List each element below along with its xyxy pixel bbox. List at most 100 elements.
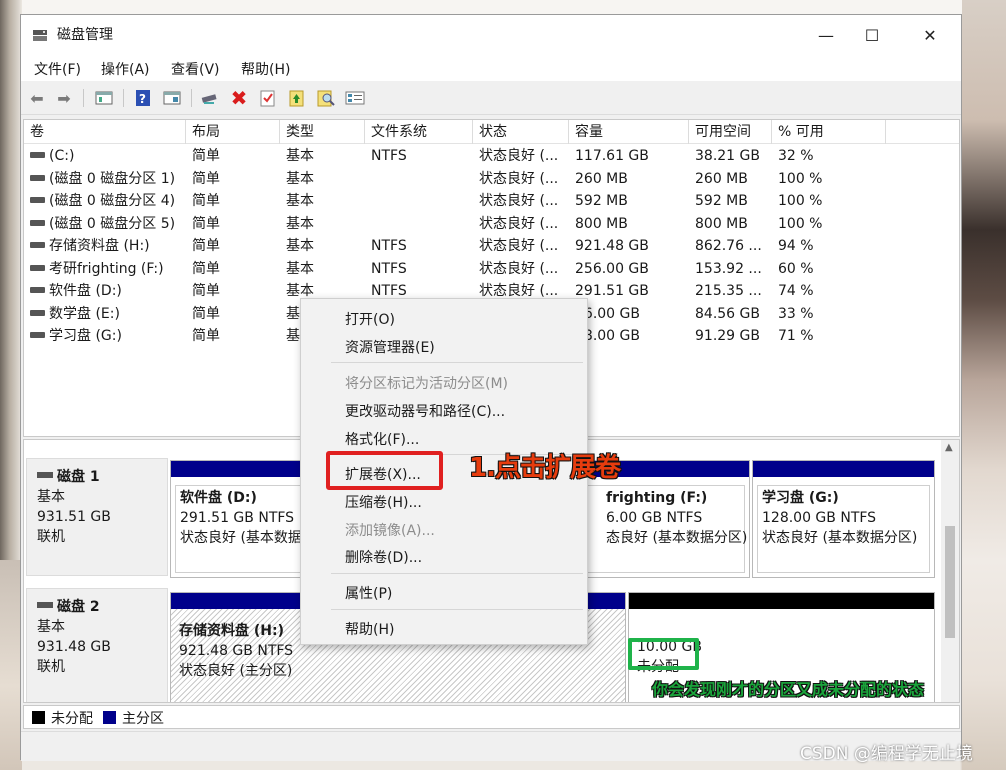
up-icon[interactable]: [286, 87, 308, 109]
minimize-button[interactable]: —: [803, 15, 849, 55]
disk-2-state: 联机: [37, 659, 65, 675]
search-icon[interactable]: [315, 87, 337, 109]
cell-free: 800 MB: [695, 215, 748, 232]
table-row[interactable]: 存储资料盘 (H:) 简单 基本 NTFS 状态良好 (... 921.48 GB 862.…: [24, 235, 959, 257]
primary-partition-bar: [753, 461, 934, 477]
menu-file[interactable]: 文件(F): [34, 59, 81, 79]
column-header-layout[interactable]: 布局: [186, 120, 280, 144]
cell-status: 状态良好 (...: [479, 193, 559, 209]
partition-g[interactable]: 学习盘 (G:) 128.00 GB NTFS 状态良好 (基本数据分区): [752, 460, 935, 578]
cell-name: (磁盘 0 磁盘分区 5): [24, 213, 186, 235]
volume-icon: [30, 309, 45, 316]
partition-d[interactable]: 软件盘 (D:) 291.51 GB NTFS 状态良好 (基本数据: [170, 460, 310, 578]
cell-name: 存储资料盘 (H:): [24, 235, 186, 257]
cell-pct: 94 %: [778, 238, 814, 254]
column-header-status[interactable]: 状态: [473, 120, 569, 144]
cell-status: 状态良好 (...: [479, 148, 559, 164]
ctx-add-mirror: 添加镜像(A)...: [345, 523, 435, 539]
column-header-capacity[interactable]: 容量: [569, 120, 689, 144]
ctx-properties[interactable]: 属性(P): [345, 583, 392, 603]
partition-h-status: 状态良好 (主分区): [179, 663, 293, 679]
column-header-filesystem[interactable]: 文件系统: [365, 120, 473, 144]
column-header-volume[interactable]: 卷: [24, 120, 186, 144]
cell-pct: 71 %: [778, 328, 814, 344]
partition-f-name: frighting (F:): [606, 490, 708, 506]
background-top: [22, 0, 962, 14]
delete-icon[interactable]: ✖: [228, 86, 250, 110]
cell-name: (C:): [24, 145, 186, 167]
toolbar-separator: [83, 89, 84, 107]
check-icon[interactable]: [257, 87, 279, 109]
cell-capacity: 921.48 GB: [575, 238, 649, 254]
forward-arrow-icon[interactable]: ➡: [53, 87, 75, 109]
partition-g-size: 128.00 GB NTFS: [762, 510, 877, 526]
ctx-format[interactable]: 格式化(F)...: [345, 429, 419, 449]
ctx-delete-volume[interactable]: 删除卷(D)...: [345, 547, 422, 567]
cell-pct: 74 %: [778, 283, 814, 299]
ctx-open[interactable]: 打开(O): [345, 309, 395, 329]
scrollbar-thumb[interactable]: [945, 526, 955, 638]
step1-annotation: 1.点击扩展卷: [469, 453, 621, 483]
disk-2-kind: 基本: [37, 619, 65, 635]
volume-icon: [30, 219, 45, 226]
cell-fs: NTFS: [371, 238, 407, 254]
table-row[interactable]: (磁盘 0 磁盘分区 4) 简单 基本 状态良好 (... 592 MB 592 MB 10…: [24, 190, 959, 212]
volume-icon: [30, 287, 45, 293]
cell-type: 基本: [286, 260, 314, 277]
volume-icon: [30, 242, 45, 248]
table-row[interactable]: (磁盘 0 磁盘分区 1) 简单 基本 状态良好 (... 260 MB 260 MB 10…: [24, 168, 959, 190]
close-button[interactable]: ✕: [907, 15, 953, 55]
partition-g-name: 学习盘 (G:): [762, 490, 839, 506]
properties-panel-icon[interactable]: [93, 87, 115, 109]
disk-1-label[interactable]: 磁盘 1 基本 931.51 GB 联机: [26, 458, 168, 576]
column-header-free-space[interactable]: 可用空间: [689, 120, 772, 144]
cell-layout: 简单: [192, 193, 220, 209]
graph-scrollbar[interactable]: ▲: [941, 440, 959, 702]
disk-2-label[interactable]: 磁盘 2 基本 931.48 GB 联机: [26, 588, 168, 702]
cell-pct: 32 %: [778, 148, 814, 164]
column-header-percent-free[interactable]: % 可用: [772, 120, 886, 144]
extend-volume-highlight: [326, 451, 443, 490]
ctx-separator: [331, 573, 583, 574]
back-arrow-icon[interactable]: ⬅: [26, 87, 48, 109]
partition-d-status: 状态良好 (基本数据: [180, 530, 302, 546]
table-row[interactable]: (磁盘 0 磁盘分区 5) 简单 基本 状态良好 (... 800 MB 800 MB 10…: [24, 213, 959, 235]
help-icon[interactable]: ?: [132, 87, 154, 109]
ctx-explorer[interactable]: 资源管理器(E): [345, 337, 435, 357]
cell-capacity: 800 MB: [575, 215, 628, 232]
menu-action[interactable]: 操作(A): [101, 59, 150, 79]
column-header-type[interactable]: 类型: [280, 120, 365, 144]
connect-icon[interactable]: [199, 87, 221, 109]
table-row[interactable]: (C:) 简单 基本 NTFS 状态良好 (... 117.61 GB 38.21 GB 32…: [24, 145, 959, 167]
scroll-up-icon[interactable]: ▲: [945, 442, 953, 453]
partition-h-size: 921.48 GB NTFS: [179, 643, 294, 659]
menu-view[interactable]: 查看(V): [171, 59, 220, 79]
disk-icon: [37, 602, 53, 608]
cell-layout: 简单: [192, 148, 220, 164]
svg-text:?: ?: [139, 92, 146, 106]
ctx-help[interactable]: 帮助(H): [345, 619, 394, 639]
maximize-button[interactable]: ☐: [849, 15, 895, 55]
legend-unallocated-label: 未分配: [51, 711, 93, 727]
disk-icon: [37, 472, 53, 478]
cell-free: 592 MB: [695, 193, 748, 209]
cell-free: 862.76 ...: [695, 238, 762, 254]
cell-status: 状态良好 (...: [479, 238, 559, 254]
details-icon[interactable]: [344, 87, 366, 109]
volume-name: 存储资料盘 (H:): [49, 238, 150, 254]
cell-name: (磁盘 0 磁盘分区 1): [24, 168, 186, 190]
cell-type: 基本: [286, 148, 314, 164]
view-panel-icon[interactable]: [161, 87, 183, 109]
ctx-change-drive-letter[interactable]: 更改驱动器号和路径(C)...: [345, 401, 505, 421]
volume-name: (磁盘 0 磁盘分区 5): [49, 215, 176, 232]
table-row[interactable]: 考研frighting (F:) 简单 基本 NTFS 状态良好 (... 256.00 …: [24, 258, 959, 280]
cell-name: (磁盘 0 磁盘分区 4): [24, 190, 186, 212]
ctx-shrink-volume[interactable]: 压缩卷(H)...: [345, 492, 422, 512]
partition-d-size: 291.51 GB NTFS: [180, 510, 295, 526]
cell-free: 84.56 GB: [695, 305, 760, 322]
cell-free: 215.35 ...: [695, 283, 762, 299]
cell-free: 91.29 GB: [695, 328, 760, 344]
menu-help[interactable]: 帮助(H): [241, 59, 290, 79]
cell-layout: 简单: [192, 328, 220, 344]
cell-capacity: 256.00 GB: [575, 260, 649, 277]
